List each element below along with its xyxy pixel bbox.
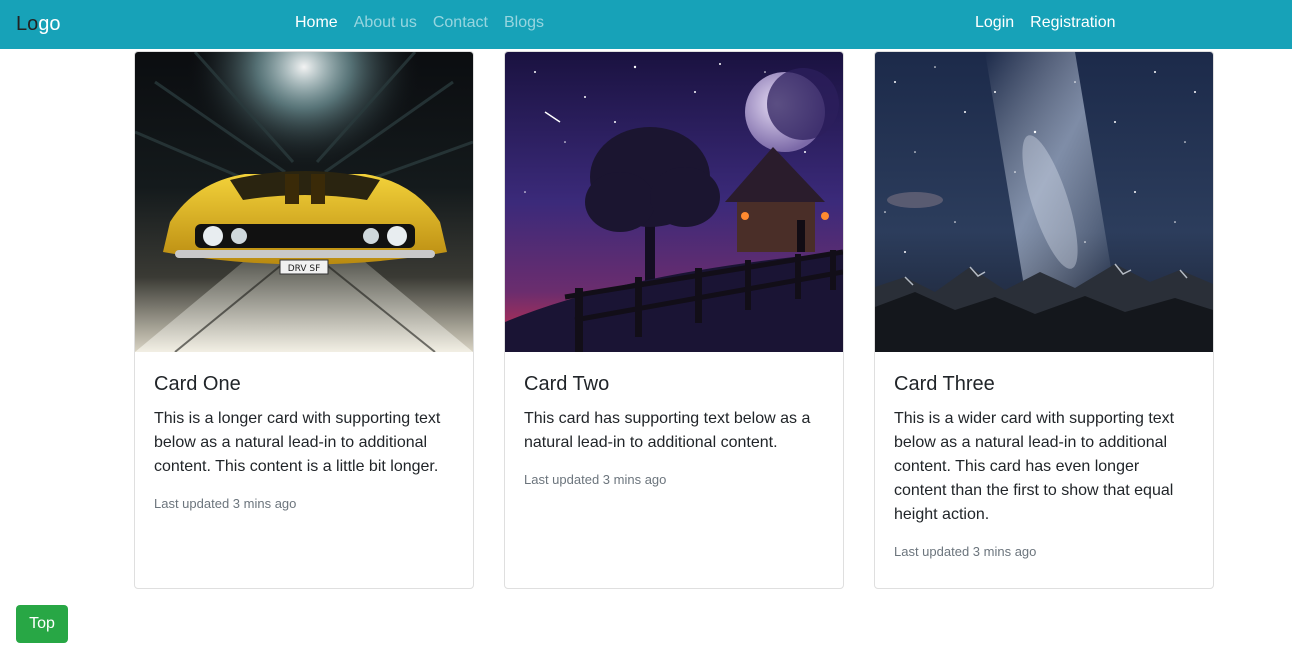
login-link[interactable]: Login	[967, 13, 1022, 33]
license-plate: DRV SF	[288, 264, 321, 274]
card-title: Card One	[154, 373, 241, 395]
nav-link-about-us[interactable]: About us	[346, 13, 425, 33]
logo[interactable]: Logo	[16, 12, 61, 36]
card-text: This card has supporting text below as a…	[524, 410, 811, 451]
nav-links: Home About us Contact Blogs	[287, 13, 552, 33]
card-title: Card Three	[894, 373, 995, 395]
card-two: Card Two This card has supporting text b…	[504, 51, 844, 589]
navbar: Logo Home About us Contact Blogs Login R…	[0, 0, 1292, 49]
card-three: Card Three This is a wider card with sup…	[874, 51, 1214, 589]
scroll-to-top-button[interactable]: Top	[16, 605, 68, 643]
card-title: Card Two	[524, 373, 610, 395]
card-text: This is a wider card with supporting tex…	[894, 410, 1175, 523]
card-updated-text: Last updated 3 mins ago	[154, 496, 297, 511]
card-one-image-muscle-car: DRV SF	[135, 52, 473, 352]
card-three-image-milky-way	[875, 52, 1213, 352]
card-one: DRV SF Card One This is a longer card wi…	[134, 51, 474, 589]
nav-link-blogs[interactable]: Blogs	[496, 13, 552, 33]
auth-links: Login Registration	[967, 13, 1124, 33]
card-three-body: Card Three This is a wider card with sup…	[875, 352, 1213, 561]
logo-part-dark: Lo	[16, 13, 39, 35]
card-two-image-night-cabin	[505, 52, 843, 352]
logo-part-light: go	[38, 13, 61, 35]
nav-link-contact[interactable]: Contact	[425, 13, 496, 33]
card-one-body: Card One This is a longer card with supp…	[135, 352, 473, 513]
card-updated-text: Last updated 3 mins ago	[524, 472, 667, 487]
card-text: This is a longer card with supporting te…	[154, 410, 441, 475]
card-two-body: Card Two This card has supporting text b…	[505, 352, 843, 489]
card-updated-text: Last updated 3 mins ago	[894, 544, 1037, 559]
nav-link-home[interactable]: Home	[287, 13, 346, 33]
registration-link[interactable]: Registration	[1022, 13, 1123, 33]
